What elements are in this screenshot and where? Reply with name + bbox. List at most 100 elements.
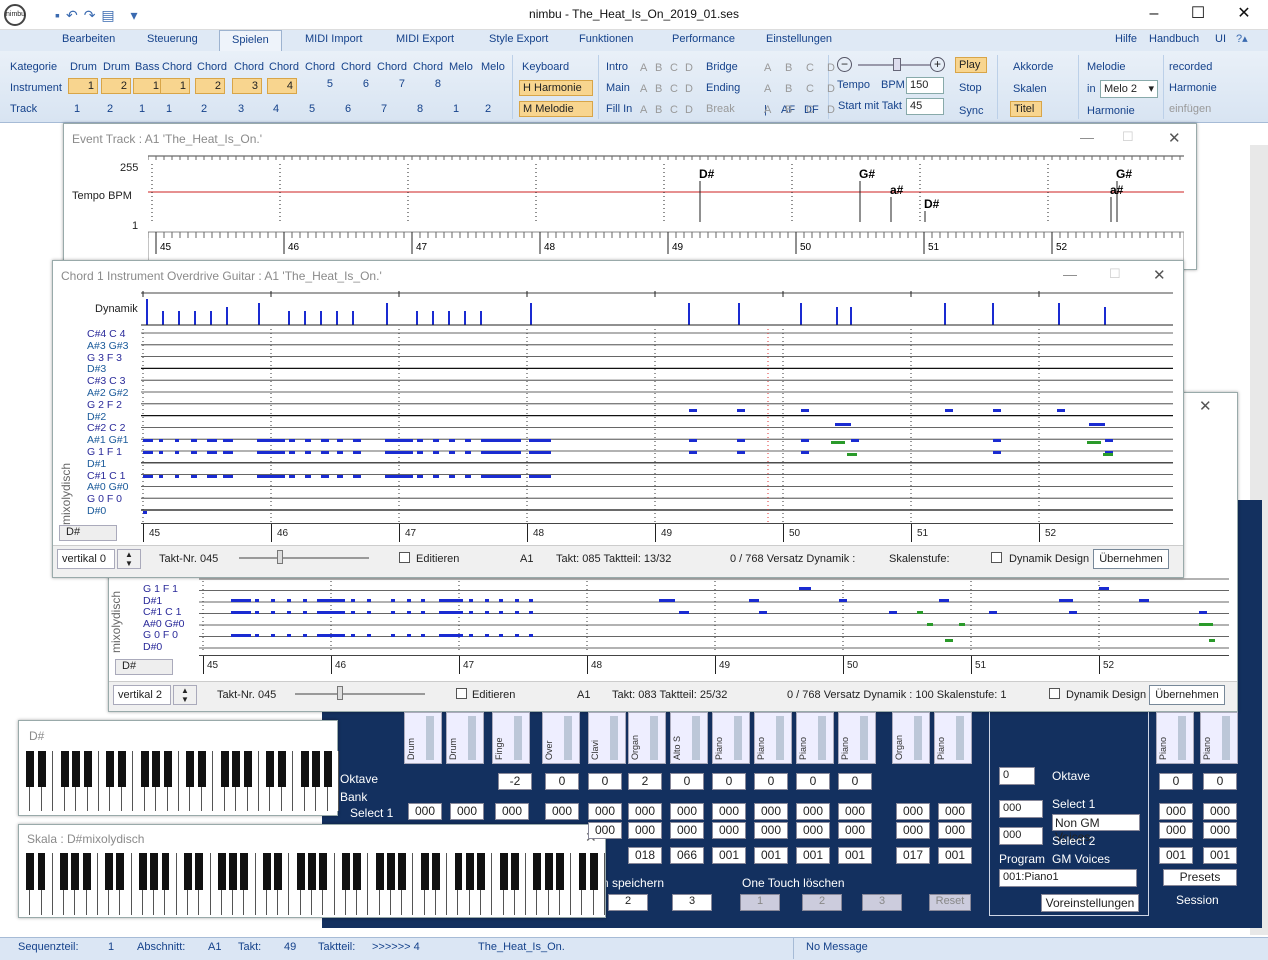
black-key[interactable]	[83, 751, 92, 787]
black-key[interactable]	[341, 853, 350, 891]
piano-roll[interactable]	[199, 573, 1229, 653]
track-button-0[interactable]: 1	[74, 103, 80, 115]
black-key[interactable]	[312, 751, 321, 787]
style-0-A[interactable]: A	[640, 62, 647, 74]
black-key[interactable]	[26, 853, 35, 891]
black-key[interactable]	[323, 751, 332, 787]
black-key[interactable]	[375, 853, 384, 891]
black-key[interactable]	[117, 751, 126, 787]
instrument-button-9[interactable]: 7	[375, 78, 405, 90]
melodie-button[interactable]: M Melodie	[519, 101, 593, 117]
menu-funktionen[interactable]: Funktionen	[579, 33, 633, 45]
oktave-value-5[interactable]: 0	[712, 773, 746, 790]
track-button-1[interactable]: 2	[107, 103, 113, 115]
sync-button[interactable]: Sync	[959, 105, 983, 117]
recorded-harmonie-button[interactable]: Harmonie	[1169, 82, 1217, 94]
bank-value-0[interactable]: 000	[408, 803, 442, 820]
oktave-value-6[interactable]: 0	[754, 773, 788, 790]
black-key[interactable]	[163, 751, 172, 787]
bank-value-12[interactable]: 000	[938, 803, 972, 820]
style-1-A[interactable]: A	[640, 83, 647, 95]
black-key[interactable]	[140, 751, 149, 787]
channel-fader-7[interactable]	[734, 716, 742, 760]
black-key[interactable]	[420, 853, 429, 891]
menu-spielen[interactable]: Spielen	[219, 30, 282, 52]
harmonie-button[interactable]: H Harmonie	[519, 80, 593, 96]
voreinstellungen-button[interactable]: Voreinstellungen	[1041, 894, 1139, 912]
program-value-0[interactable]: 018	[628, 847, 662, 864]
start-takt-input[interactable]: 45	[906, 98, 944, 115]
style-b-0-A[interactable]: A	[764, 62, 771, 74]
piano-keyboard-scale[interactable]	[19, 853, 605, 915]
vertical-select[interactable]: vertikal 2	[113, 685, 171, 705]
select-value-0[interactable]: 000	[588, 822, 622, 839]
stop-button[interactable]: Stop	[959, 82, 982, 94]
loeschen-button-1[interactable]: 1	[740, 894, 780, 911]
black-key[interactable]	[386, 853, 395, 891]
black-key[interactable]	[477, 853, 485, 891]
style-2-A[interactable]: A	[640, 104, 647, 116]
black-key[interactable]	[544, 853, 553, 891]
bank-value-7[interactable]: 000	[712, 803, 746, 820]
oktave-value-8[interactable]: 0	[838, 773, 872, 790]
minimize-icon[interactable]: –	[1132, 2, 1176, 28]
menu-midi-import[interactable]: MIDI Import	[305, 33, 362, 45]
speichern-button-2[interactable]: 2	[608, 894, 648, 911]
oktave-value-10[interactable]: 0	[1203, 773, 1237, 790]
style-b-2-C[interactable]: C	[806, 104, 814, 116]
menu-style-export[interactable]: Style Export	[489, 33, 548, 45]
program-value-9[interactable]: 001	[1203, 847, 1237, 864]
reset-button[interactable]: Reset	[929, 894, 971, 911]
bridge-button[interactable]: Bridge	[706, 61, 738, 73]
instrument-button-2[interactable]: 1	[133, 78, 163, 94]
program-value-2[interactable]: 001	[712, 847, 746, 864]
bank-value-14[interactable]: 000	[1203, 803, 1237, 820]
instrument-button-5[interactable]: 3	[232, 78, 262, 94]
bar-ruler-strip[interactable]: 45 46 47 48 49 50 51 52	[141, 523, 1173, 545]
category-1[interactable]: Drum	[103, 61, 130, 73]
melo-select[interactable]: Melo 2 ▾	[1100, 80, 1158, 98]
category-10[interactable]: Chord	[413, 61, 443, 73]
black-key[interactable]	[116, 853, 125, 891]
oktave-value-0[interactable]: -2	[498, 773, 532, 790]
track-button-8[interactable]: 6	[345, 103, 351, 115]
vertical-spinner[interactable]: ▲ ▼	[173, 685, 197, 705]
vertical-spinner[interactable]: ▲ ▼	[117, 549, 141, 569]
bank-value-10[interactable]: 000	[838, 803, 872, 820]
black-key[interactable]	[578, 853, 587, 891]
break-button[interactable]: Break	[706, 103, 735, 115]
menu-performance[interactable]: Performance	[672, 33, 735, 45]
menu-einstellungen[interactable]: Einstellungen	[766, 33, 832, 45]
oktave-value-4[interactable]: 0	[670, 773, 704, 790]
program-select[interactable]: 001:Piano1	[999, 869, 1137, 887]
instrument-button-1[interactable]: 2	[101, 78, 131, 94]
black-key[interactable]	[195, 853, 204, 891]
black-key[interactable]	[220, 751, 229, 787]
black-key[interactable]	[72, 751, 81, 787]
minimize-icon[interactable]: —	[1080, 129, 1094, 145]
bank-value-1[interactable]: 000	[450, 803, 484, 820]
ending-button[interactable]: Ending	[706, 82, 740, 94]
track-button-12[interactable]: 2	[485, 103, 491, 115]
editieren-checkbox[interactable]	[456, 688, 467, 699]
black-key[interactable]	[589, 853, 598, 891]
close-icon[interactable]: ✕	[1168, 129, 1181, 147]
select-value-10[interactable]: 000	[1203, 822, 1237, 839]
channel-fader-6[interactable]	[692, 716, 700, 760]
play-button[interactable]: Play	[955, 57, 987, 73]
black-key[interactable]	[82, 853, 91, 891]
menu-handbuch[interactable]: Handbuch	[1149, 33, 1199, 45]
instrument-button-6[interactable]: 4	[267, 78, 297, 94]
channel-fader-4[interactable]	[610, 716, 618, 760]
instrument-button-10[interactable]: 8	[411, 78, 441, 90]
style-1-C[interactable]: C	[670, 83, 678, 95]
style-2-C[interactable]: C	[670, 104, 678, 116]
select-value-9[interactable]: 000	[1159, 822, 1193, 839]
channel-fader-12[interactable]	[956, 716, 964, 760]
maximize-icon[interactable]: ☐	[1122, 129, 1134, 145]
category-7[interactable]: Chord	[305, 61, 335, 73]
category-2[interactable]: Bass	[135, 61, 159, 73]
category-11[interactable]: Melo	[449, 61, 473, 73]
select-value-5[interactable]: 000	[796, 822, 830, 839]
black-key[interactable]	[510, 853, 519, 891]
